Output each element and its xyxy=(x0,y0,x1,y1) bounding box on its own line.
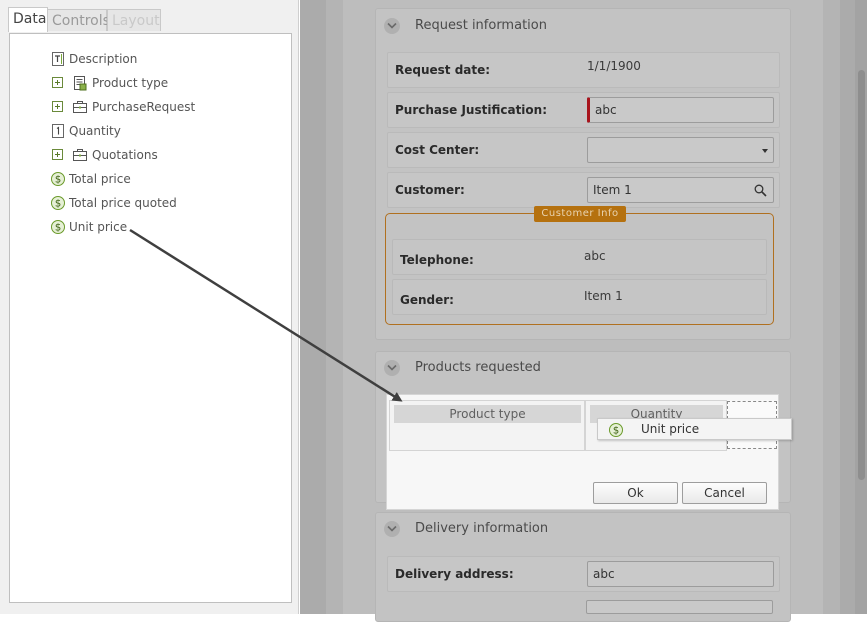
field-label: Delivery address: xyxy=(395,567,514,581)
field-customer: Customer: Item 1 xyxy=(387,172,780,208)
chevron-down-icon[interactable] xyxy=(384,18,400,34)
field-label: Purchase Justification: xyxy=(395,103,548,117)
expand-icon[interactable] xyxy=(52,101,63,112)
data-panel: Data Controls Layout Description Product… xyxy=(0,0,299,614)
field-label: Cost Center: xyxy=(395,143,480,157)
tree-item-label: PurchaseRequest xyxy=(92,100,196,114)
tree-item-label: Quotations xyxy=(92,148,158,162)
tree-item-label: Product type xyxy=(92,76,169,90)
svg-text:$: $ xyxy=(55,175,61,186)
section-header[interactable]: Request information xyxy=(376,9,790,39)
field-gender: Gender: Item 1 xyxy=(392,279,767,315)
ok-button[interactable]: Ok xyxy=(593,482,678,504)
expand-icon[interactable] xyxy=(52,77,63,88)
section-title: Products requested xyxy=(415,360,541,375)
field-label: Gender: xyxy=(400,293,454,307)
cost-center-select[interactable] xyxy=(587,137,774,163)
briefcase-icon xyxy=(73,101,87,113)
grid-column-product-type[interactable]: Product type xyxy=(389,400,585,451)
cancel-button[interactable]: Cancel xyxy=(682,482,767,504)
section-title: Request information xyxy=(415,18,547,33)
chevron-down-icon[interactable] xyxy=(384,360,400,376)
currency-icon: $ xyxy=(51,220,65,234)
delivery-address-input[interactable]: abc xyxy=(587,561,774,587)
dragging-field-unit-price[interactable]: $ Unit price xyxy=(597,418,792,440)
tree-item-label: Total price xyxy=(69,172,131,186)
tree-item-label: Unit price xyxy=(69,220,128,234)
field-label: Customer: xyxy=(395,183,465,197)
text-field-icon xyxy=(52,52,64,66)
field-cost-center: Cost Center: xyxy=(387,132,780,168)
svg-text:$: $ xyxy=(613,426,619,437)
number-field-icon xyxy=(52,124,64,138)
tab-layout[interactable]: Layout xyxy=(107,9,161,31)
svg-text:$: $ xyxy=(55,199,61,210)
svg-text:$: $ xyxy=(55,223,61,234)
data-tree: Description Product type PurchaseRequest xyxy=(9,33,292,603)
field-value: abc xyxy=(584,249,606,263)
currency-icon: $ xyxy=(51,172,65,186)
tab-controls[interactable]: Controls xyxy=(47,9,110,31)
customer-lookup-input[interactable]: Item 1 xyxy=(587,177,774,203)
chevron-down-icon[interactable] xyxy=(762,149,768,153)
briefcase-icon xyxy=(73,149,87,161)
tab-data[interactable]: Data xyxy=(8,7,48,32)
field-value: 1/1/1900 xyxy=(587,59,641,73)
purchase-justification-input[interactable]: abc xyxy=(587,97,774,123)
tree-item-label: Total price quoted xyxy=(69,196,177,210)
column-header: Product type xyxy=(394,405,581,423)
field-delivery-address: Delivery address: abc xyxy=(387,556,780,592)
group-caption: Customer Info xyxy=(534,206,626,222)
section-title: Delivery information xyxy=(415,521,549,536)
section-header[interactable]: Products requested xyxy=(376,352,790,382)
section-header[interactable]: Delivery information xyxy=(376,513,790,543)
expand-icon[interactable] xyxy=(52,149,63,160)
chevron-down-icon[interactable] xyxy=(384,521,400,537)
field-label: Request date: xyxy=(395,63,491,77)
dragging-field-label: Unit price xyxy=(641,422,700,436)
tree-item-label: Description xyxy=(69,52,138,66)
field-request-date: Request date: 1/1/1900 xyxy=(387,52,780,88)
field-label: Telephone: xyxy=(400,253,474,267)
field-purchase-justification: Purchase Justification: abc xyxy=(387,92,780,128)
field-telephone: Telephone: abc xyxy=(392,239,767,275)
tree-item-label: Quantity xyxy=(69,124,121,138)
next-field-input[interactable] xyxy=(586,600,773,614)
field-value: Item 1 xyxy=(584,289,623,303)
currency-icon: $ xyxy=(51,196,65,210)
currency-icon: $ xyxy=(609,423,623,437)
search-icon[interactable] xyxy=(754,184,767,197)
scrollbar-thumb[interactable] xyxy=(858,70,865,480)
list-document-icon xyxy=(74,76,87,91)
customer-value: Item 1 xyxy=(593,183,632,197)
